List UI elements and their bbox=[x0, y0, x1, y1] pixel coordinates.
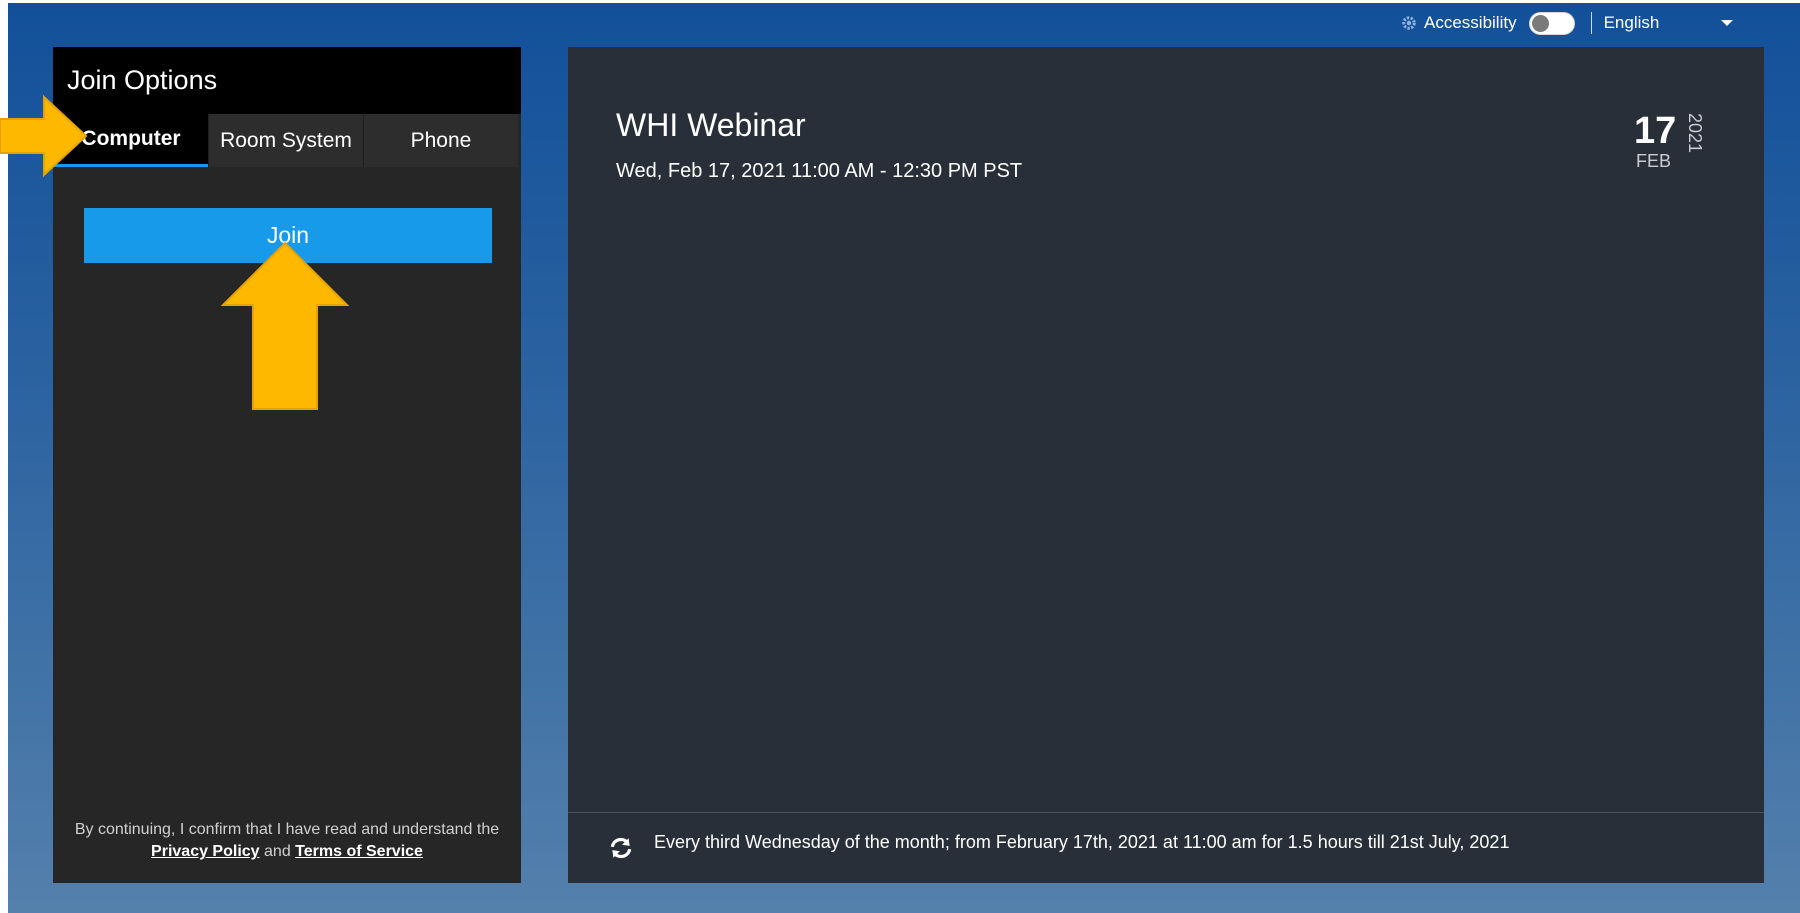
arrow-up-icon bbox=[221, 241, 349, 410]
join-options-title: Join Options bbox=[53, 47, 521, 114]
date-month: FEB bbox=[1636, 151, 1672, 171]
recurrence-text: Every third Wednesday of the month; from… bbox=[654, 831, 1510, 852]
recurrence-bar: Every third Wednesday of the month; from… bbox=[568, 812, 1764, 883]
date-year: 2021 bbox=[1685, 113, 1705, 154]
accessibility-label: Accessibility bbox=[1424, 13, 1517, 32]
accessibility-toggle[interactable] bbox=[1528, 11, 1575, 35]
terms-text: By continuing, I confirm that I have rea… bbox=[74, 821, 500, 838]
meeting-details-panel: WHI Webinar Wed, Feb 17, 2021 11:00 AM -… bbox=[568, 47, 1764, 883]
meeting-title: WHI Webinar bbox=[616, 107, 806, 143]
toggle-knob bbox=[1531, 14, 1549, 32]
divider bbox=[1590, 12, 1592, 34]
tab-phone[interactable]: Phone bbox=[363, 114, 518, 167]
language-selector[interactable]: English bbox=[1604, 13, 1734, 33]
terms-notice: By continuing, I confirm that I have rea… bbox=[53, 819, 521, 863]
join-tabs: Computer Room System Phone bbox=[53, 114, 521, 167]
recurrence-icon bbox=[610, 837, 632, 859]
chevron-down-icon bbox=[1721, 20, 1734, 26]
top-bar: Accessibility English bbox=[1400, 8, 1734, 38]
language-label: English bbox=[1603, 13, 1660, 32]
gear-icon bbox=[1402, 16, 1416, 30]
date-badge: 17 FEB 2021 bbox=[1634, 110, 1705, 171]
meeting-datetime: Wed, Feb 17, 2021 11:00 AM - 12:30 PM PS… bbox=[616, 160, 1023, 182]
tab-room-system[interactable]: Room System bbox=[208, 114, 363, 167]
date-day: 17 bbox=[1634, 110, 1677, 152]
join-options-panel: Join Options Computer Room System Phone … bbox=[53, 47, 521, 883]
and-text: and bbox=[264, 843, 291, 860]
terms-of-service-link[interactable]: Terms of Service bbox=[295, 843, 423, 860]
arrow-right-icon bbox=[0, 95, 88, 177]
privacy-policy-link[interactable]: Privacy Policy bbox=[151, 843, 260, 860]
